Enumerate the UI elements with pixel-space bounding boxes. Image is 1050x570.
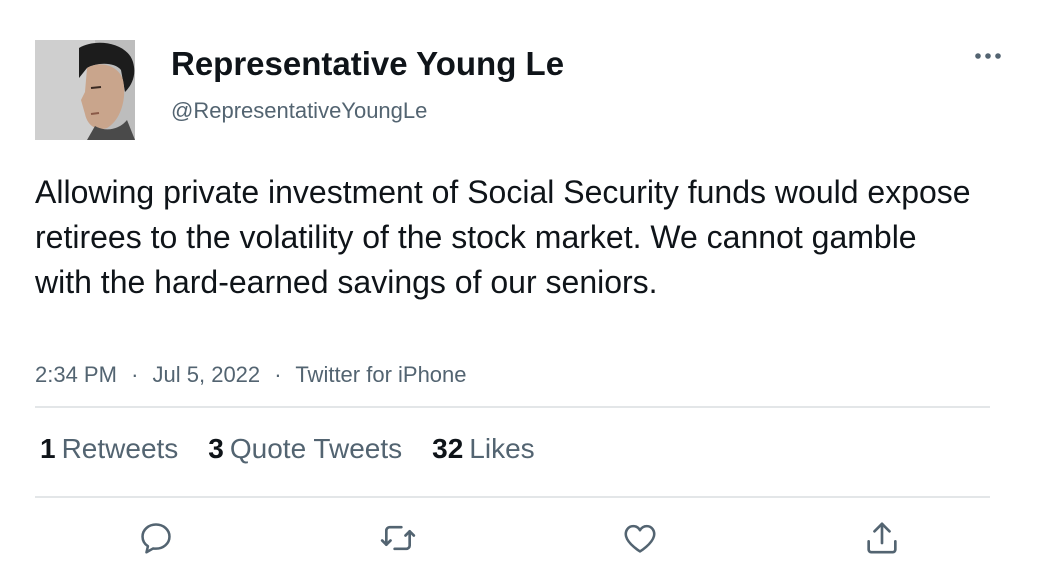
- avatar[interactable]: [35, 40, 135, 140]
- reply-button[interactable]: [136, 518, 176, 558]
- meta-separator: ·: [131, 362, 139, 387]
- reply-icon: [141, 523, 171, 554]
- meta-separator: ·: [274, 362, 282, 387]
- likes-count: 32: [432, 433, 464, 464]
- tweet-source[interactable]: Twitter for iPhone: [295, 362, 466, 387]
- retweet-icon: [380, 525, 416, 551]
- retweets-count: 1: [40, 433, 56, 464]
- avatar-photo: [35, 40, 135, 140]
- quote-tweets-label: Quote Tweets: [229, 433, 403, 464]
- likes-stat[interactable]: 32 Likes: [432, 430, 535, 468]
- display-name[interactable]: Representative Young Le: [171, 44, 564, 84]
- heart-icon: [624, 524, 656, 553]
- user-handle[interactable]: @RepresentativeYoungLe: [171, 96, 427, 126]
- retweets-stat[interactable]: 1 Retweets: [40, 430, 178, 468]
- more-icon: [975, 53, 1001, 59]
- tweet-date[interactable]: Jul 5, 2022: [153, 362, 261, 387]
- share-button[interactable]: [862, 518, 902, 558]
- likes-label: Likes: [469, 433, 535, 464]
- like-button[interactable]: [620, 518, 660, 558]
- tweet-text: Allowing private investment of Social Se…: [35, 174, 971, 300]
- engagement-stats: 1 Retweets 3 Quote Tweets 32 Likes: [40, 430, 535, 468]
- divider: [35, 496, 990, 498]
- quote-tweets-count: 3: [208, 433, 224, 464]
- more-options-button[interactable]: [970, 44, 1006, 68]
- quote-tweets-stat[interactable]: 3 Quote Tweets: [208, 430, 402, 468]
- retweets-label: Retweets: [61, 433, 179, 464]
- share-icon: [867, 522, 897, 554]
- divider: [35, 406, 990, 408]
- tweet-meta: 2:34 PM · Jul 5, 2022 · Twitter for iPho…: [35, 360, 467, 390]
- tweet-time[interactable]: 2:34 PM: [35, 362, 117, 387]
- retweet-button[interactable]: [378, 518, 418, 558]
